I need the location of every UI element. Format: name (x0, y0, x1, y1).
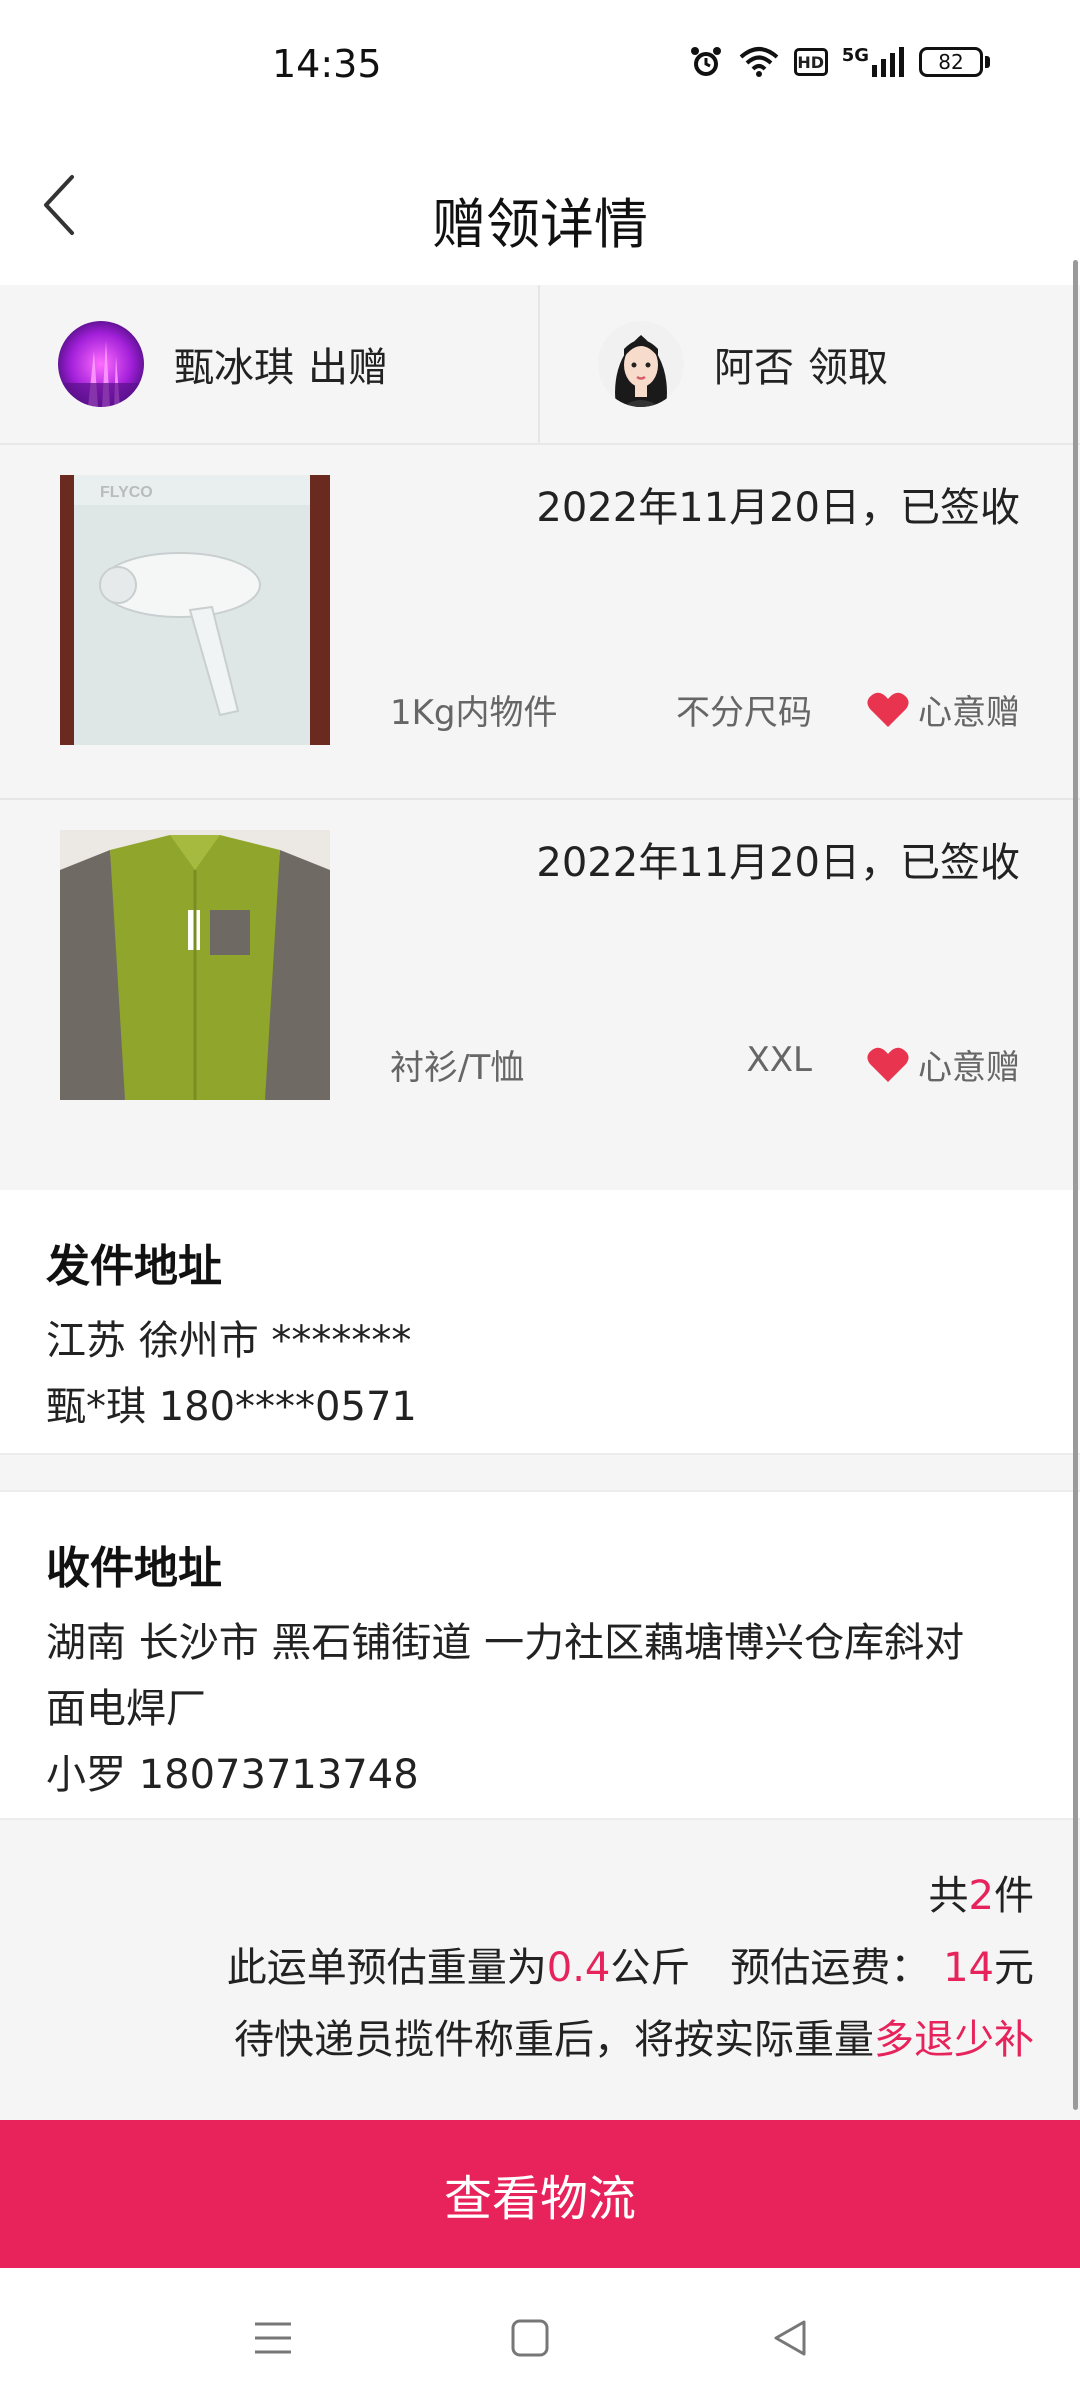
battery-icon: 82 (919, 47, 990, 77)
view-logistics-button[interactable]: 查看物流 (0, 2120, 1080, 2268)
receiver-name: 阿否 (714, 345, 794, 391)
receiver-avatar (598, 321, 684, 407)
receiver-address: 收件地址 湖南 长沙市 黑石铺街道 一力社区藕塘博兴仓库斜对 面电焊厂 小罗 1… (0, 1490, 1080, 1820)
sender-address-region: 江苏 徐州市 ******* (46, 1318, 412, 1364)
sender-contact: 甄*琪 180****0571 (46, 1384, 417, 1430)
item-size: 不分尺码 (676, 693, 812, 733)
hd-icon: HD (793, 48, 828, 76)
item-category: 1Kg内物件 (390, 693, 558, 733)
giver-name: 甄冰琪 (174, 345, 294, 391)
network-label: 5G (841, 45, 869, 66)
giver-avatar (58, 321, 144, 407)
item-date: 2022年11月20日，已签收 (536, 840, 1020, 886)
heart-icon (867, 692, 909, 727)
header: 赠领详情 (0, 130, 1080, 285)
giver-cell[interactable]: 甄冰琪 出赠 (0, 285, 540, 443)
shipping-summary: 共2件 此运单预估重量为0.4公斤 预估运费： 14元 待快递员揽件称重后，将按实… (0, 1820, 1080, 2120)
section-divider (0, 1455, 1080, 1490)
item-tag-label: 心意赠 (918, 1048, 1020, 1088)
back-triangle-icon[interactable] (760, 2308, 820, 2368)
item-category: 衬衫/T恤 (390, 1048, 525, 1088)
item-thumbnail (60, 830, 330, 1100)
svg-text:FLYCO: FLYCO (100, 484, 153, 501)
receiver-address-title: 收件地址 (46, 1543, 222, 1594)
item-count: 2 (968, 1873, 994, 1919)
receiver-contact: 小罗 18073713748 (46, 1752, 419, 1798)
gift-item[interactable]: 2022年11月20日，已签收 衬衫/T恤 XXL 心意赠 (0, 800, 1080, 1190)
item-tag: 心意赠 (866, 1040, 1020, 1089)
battery-level: 82 (919, 47, 983, 77)
status-time: 14:35 (272, 42, 382, 86)
heart-icon (867, 1047, 909, 1082)
receiver-cell[interactable]: 阿否 领取 (540, 285, 1080, 443)
item-size: XXL (746, 1040, 812, 1080)
item-thumbnail: FLYCO (60, 475, 330, 745)
status-icons: HD 5G 82 (688, 44, 990, 80)
estimated-fee: 14 (943, 1945, 994, 1991)
item-date: 2022年11月20日，已签收 (536, 485, 1020, 531)
status-bar: 14:35 HD 5G 82 (0, 0, 1080, 130)
sender-address: 发件地址 江苏 徐州市 ******* 甄*琪 180****0571 (0, 1190, 1080, 1455)
giver-action: 出赠 (308, 345, 388, 391)
refund-note: 待快递员揽件称重后，将按实际重量多退少补 (234, 2017, 1034, 2063)
item-tag-label: 心意赠 (918, 693, 1020, 733)
page-title: 赠领详情 (432, 193, 648, 256)
system-nav-bar (0, 2268, 1080, 2400)
alarm-icon (688, 44, 724, 80)
users-row: 甄冰琪 出赠 阿否 领取 (0, 285, 1080, 445)
wifi-icon (738, 45, 780, 79)
scroll-indicator (1073, 260, 1078, 2110)
receiver-address-line1: 湖南 长沙市 黑石铺街道 一力社区藕塘博兴仓库斜对 (46, 1620, 965, 1666)
receiver-action: 领取 (808, 345, 888, 391)
weight-fee-line: 此运单预估重量为0.4公斤 预估运费： 14元 (226, 1945, 1034, 1991)
home-square-icon[interactable] (500, 2308, 560, 2368)
estimated-weight: 0.4 (546, 1945, 611, 1991)
receiver-address-line2: 面电焊厂 (46, 1686, 206, 1732)
sender-address-title: 发件地址 (46, 1241, 222, 1292)
item-count-line: 共2件 (928, 1873, 1034, 1919)
item-tag: 心意赠 (866, 685, 1020, 734)
refund-note-accent: 多退少补 (874, 2017, 1034, 2063)
gift-item[interactable]: FLYCO 2022年11月20日，已签收 1Kg内物件 不分尺码 心意赠 (0, 445, 1080, 800)
menu-icon[interactable] (243, 2308, 303, 2368)
signal-5g-icon: 5G (842, 47, 905, 77)
